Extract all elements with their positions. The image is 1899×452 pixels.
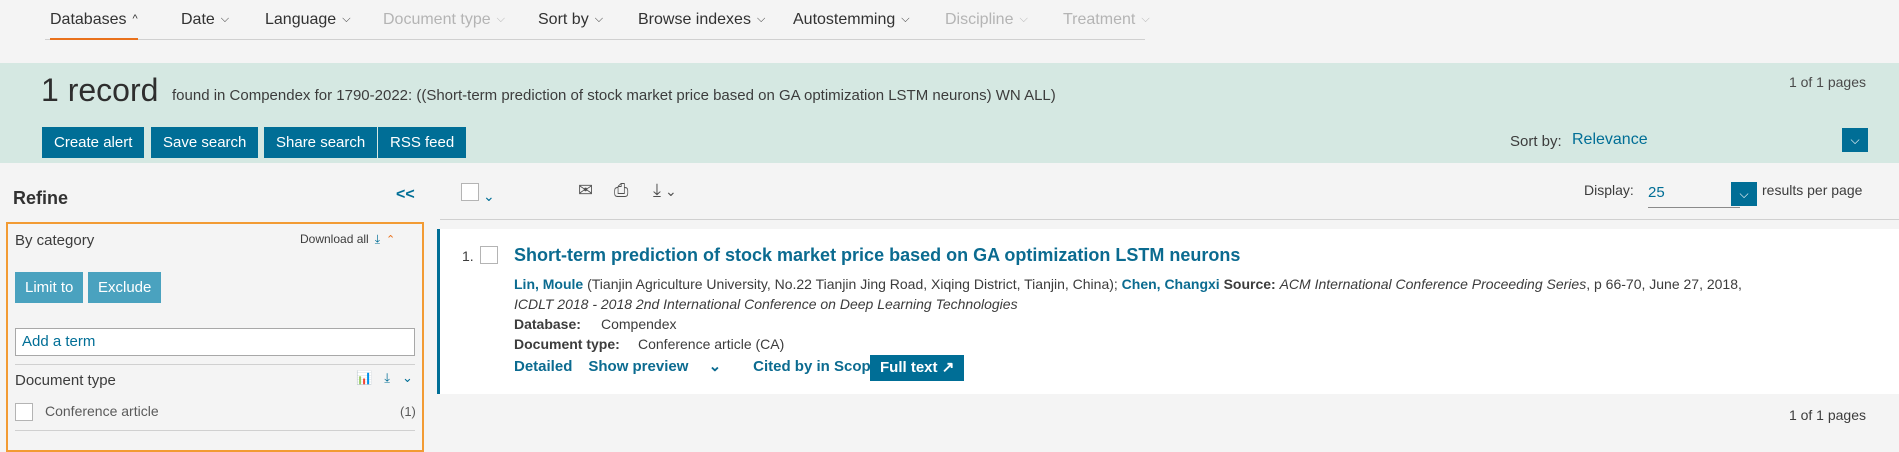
facet-item-count: (1): [400, 404, 416, 419]
source-label: Source:: [1219, 276, 1280, 292]
chevron-down-icon: ⌵: [220, 13, 230, 25]
chevron-down-icon: ⌄: [483, 188, 495, 204]
nav-treatment: Treatment ⌵: [1063, 11, 1150, 28]
chevron-up-icon: ^: [132, 13, 138, 25]
result-actions: Detailed Show preview ⌄ Cited by in Scopus…: [514, 357, 927, 375]
by-category-label: By category: [15, 232, 95, 249]
database-row: Database: Compendex: [514, 316, 677, 332]
nav-browse-indexes[interactable]: Browse indexes ⌵: [638, 10, 765, 40]
sort-by-select[interactable]: Relevance: [1572, 131, 1648, 149]
chevron-down-icon: ⌵: [496, 13, 505, 25]
facet-tools: 📊 ⤓ ⌄: [344, 370, 413, 386]
page-indicator-top: 1 of 1 pages: [1788, 74, 1866, 90]
create-alert-button[interactable]: Create alert: [42, 127, 145, 158]
chevron-down-icon: ⌵: [1141, 13, 1150, 25]
refine-title: Refine: [13, 188, 69, 208]
add-term-input[interactable]: Add a term: [15, 328, 415, 356]
chevron-down-icon: ⌵: [1739, 187, 1749, 201]
show-preview-link[interactable]: Show preview ⌄: [588, 358, 737, 375]
document-type-value: Conference article (CA): [638, 336, 785, 352]
author-link[interactable]: Chen, Changxi: [1122, 276, 1220, 292]
chevron-down-icon: ⌵: [901, 13, 910, 25]
download-icon: ⤓: [374, 232, 381, 246]
toolbar-divider: [440, 219, 1899, 220]
nav-document-type: Document type ⌵: [383, 11, 505, 28]
limit-to-button[interactable]: Limit to: [15, 272, 84, 303]
result-title-link[interactable]: Short-term prediction of stock market pr…: [514, 245, 1240, 266]
bar-chart-icon[interactable]: 📊: [356, 370, 372, 385]
database-label: Database:: [514, 316, 581, 332]
download-all-link[interactable]: Download all ⤓ ⌃: [300, 232, 395, 247]
search-query-text: found in Compendex for 1790-2022: ((Shor…: [172, 87, 1056, 104]
display-label: Display:: [1584, 182, 1634, 198]
divider: [15, 364, 415, 365]
document-type-row: Document type: Conference article (CA): [514, 336, 784, 352]
page-indicator-bottom: 1 of 1 pages: [1788, 407, 1866, 423]
facet-item-label: Conference article: [45, 403, 159, 419]
record-count: 1 record: [41, 72, 159, 108]
external-link-icon: ↗: [941, 359, 955, 376]
sort-dropdown-button[interactable]: ⌵: [1842, 128, 1868, 152]
sort-by-label: Sort by:: [1510, 133, 1562, 150]
email-icon[interactable]: ✉: [578, 180, 593, 201]
chevron-down-icon[interactable]: ⌄: [402, 370, 413, 385]
print-icon[interactable]: ⎙: [614, 180, 628, 201]
chevron-down-icon: ⌵: [756, 13, 766, 25]
select-all-checkbox[interactable]: ⌄: [461, 183, 495, 206]
chevron-down-icon: ⌵: [342, 13, 351, 25]
collapse-sidebar-button[interactable]: <<: [396, 186, 415, 204]
document-type-facet-label: Document type: [15, 372, 116, 389]
display-dropdown-button[interactable]: ⌵: [1731, 182, 1757, 206]
full-text-button[interactable]: Full text ↗: [870, 355, 965, 381]
chevron-down-icon: ⌄: [708, 358, 722, 375]
facet-checkbox[interactable]: [15, 403, 33, 426]
document-type-label: Document type:: [514, 336, 620, 352]
chevron-down-icon: ⌵: [1850, 133, 1860, 147]
nav-databases[interactable]: Databases ^: [50, 10, 138, 40]
source-name: ACM International Conference Proceeding …: [1279, 276, 1587, 292]
database-value: Compendex: [601, 316, 677, 332]
download-icon[interactable]: ⤓ ⌄: [653, 180, 677, 201]
share-search-button[interactable]: Share search: [264, 127, 378, 158]
download-icon[interactable]: ⤓: [384, 370, 390, 385]
divider: [15, 430, 415, 431]
source-details: , p 66-70, June 27, 2018,: [1586, 276, 1742, 292]
affiliation: (Tianjin Agriculture University, No.22 T…: [583, 276, 1122, 292]
conference-name: ICDLT 2018 - 2018 2nd International Conf…: [514, 296, 1018, 312]
result-number: 1.: [462, 248, 474, 264]
save-search-button[interactable]: Save search: [151, 127, 259, 158]
nav-sort-by[interactable]: Sort by ⌵: [538, 10, 603, 40]
chevron-down-icon: ⌵: [1019, 13, 1028, 25]
exclude-button[interactable]: Exclude: [88, 272, 162, 303]
results-per-page-label: results per page: [1762, 182, 1863, 198]
nav-discipline: Discipline ⌵: [945, 11, 1028, 28]
detailed-link[interactable]: Detailed: [514, 358, 572, 375]
rss-feed-button[interactable]: RSS feed: [378, 127, 467, 158]
author-line: Lin, Moule (Tianjin Agriculture Universi…: [514, 276, 1742, 292]
nav-autostemming[interactable]: Autostemming ⌵: [793, 10, 910, 40]
chevron-down-icon: ⌵: [594, 13, 604, 25]
author-link[interactable]: Lin, Moule: [514, 276, 583, 292]
result-checkbox[interactable]: [480, 246, 498, 269]
display-select[interactable]: 25: [1648, 184, 1740, 208]
chevron-down-icon: ⌄: [664, 183, 677, 199]
nav-date[interactable]: Date ⌵: [181, 10, 229, 40]
nav-language[interactable]: Language ⌵: [265, 10, 351, 40]
chevron-up-icon[interactable]: ⌃: [386, 234, 395, 246]
